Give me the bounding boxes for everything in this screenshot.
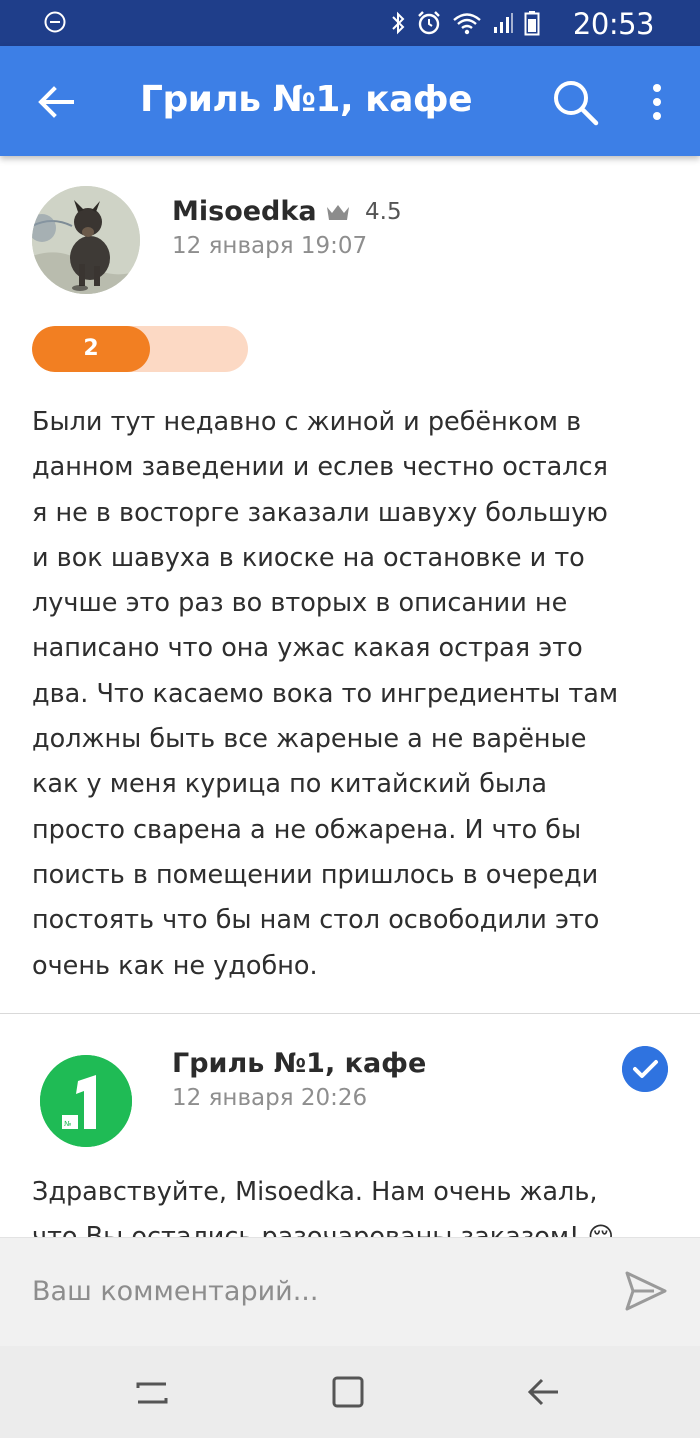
divider: [0, 1013, 700, 1014]
crown-icon: [327, 205, 349, 220]
recent-apps-icon[interactable]: [134, 1374, 170, 1410]
status-bar: 20:53: [0, 0, 700, 46]
send-icon[interactable]: [624, 1270, 668, 1312]
review-text: Были тут недавно с жиной и ребёнком в дан…: [32, 400, 672, 989]
text-line: и вок шавуха в киоске на остановке и то: [32, 542, 585, 573]
text-line: Были тут недавно с жиной и ребёнком в: [32, 407, 582, 437]
avatar[interactable]: [32, 186, 140, 294]
text-line: Здравствуйте, Misoedka. Нам очень жаль,: [32, 1177, 598, 1207]
reply-text-viewport: Здравствуйте, Misoedka. Нам очень жаль, ч…: [0, 1160, 700, 1237]
author-rating: 4.5: [365, 199, 402, 225]
reply-author[interactable]: Гриль №1, кафе: [172, 1048, 426, 1079]
text-line: поисть в помещении пришлось в очереди: [32, 859, 599, 890]
text-line: постоять что бы нам стол освободили это: [32, 905, 600, 936]
alarm-icon: [418, 11, 440, 35]
comment-bar: [0, 1237, 700, 1346]
verified-check-icon: [622, 1046, 668, 1092]
arrow-left-icon[interactable]: [36, 82, 76, 122]
home-icon[interactable]: [330, 1374, 366, 1410]
text-line: просто сварена а не обжарена. И что бы: [32, 814, 582, 845]
score-bar: 2: [32, 326, 248, 372]
reply-text: Здравствуйте, Misoedka. Нам очень жаль, ч…: [32, 1170, 682, 1237]
nav-back-icon[interactable]: [526, 1374, 562, 1410]
cafe-logo[interactable]: №: [40, 1055, 132, 1147]
battery-icon: [524, 11, 540, 36]
text-line: должны быть все жареные а не варёные: [32, 724, 587, 755]
svg-text:№: №: [64, 1120, 71, 1128]
do-not-disturb-icon: [44, 11, 66, 33]
text-line: два. Что касаемо вока то ингредиенты там: [32, 678, 619, 709]
reply-date: 12 января 20:26: [172, 1085, 368, 1111]
text-line: данном заведении и еслев честно остался: [32, 452, 608, 483]
search-icon[interactable]: [550, 77, 600, 127]
page-title: Гриль №1, кафе: [140, 79, 473, 120]
text-line: написано что она ужас какая острая это: [32, 633, 583, 664]
wifi-icon: [453, 13, 481, 35]
comment-input[interactable]: [32, 1276, 592, 1307]
status-icons: [390, 10, 540, 36]
text-line: очень как не удобно.: [32, 950, 318, 981]
score-value: 2: [83, 336, 99, 361]
review-author[interactable]: Misoedka: [172, 196, 317, 227]
review-date: 12 января 19:07: [172, 233, 368, 259]
text-line: я не в восторге заказали шавуху большую: [32, 497, 608, 528]
bluetooth-icon: [392, 11, 405, 35]
text-line: что Вы остались разочарованы заказом! 😔: [32, 1215, 682, 1237]
more-vertical-icon[interactable]: [645, 82, 669, 122]
signal-icon: [494, 13, 513, 33]
text-line: как у меня курица по китайский была: [32, 769, 547, 800]
status-time: 20:53: [572, 7, 655, 41]
number-one-logo-icon: №: [40, 1055, 132, 1147]
app-bar: Гриль №1, кафе: [0, 46, 700, 156]
dog-photo: [32, 186, 140, 294]
navigation-bar: [0, 1346, 700, 1438]
text-line: лучше это раз во вторых в описании не: [32, 588, 568, 619]
